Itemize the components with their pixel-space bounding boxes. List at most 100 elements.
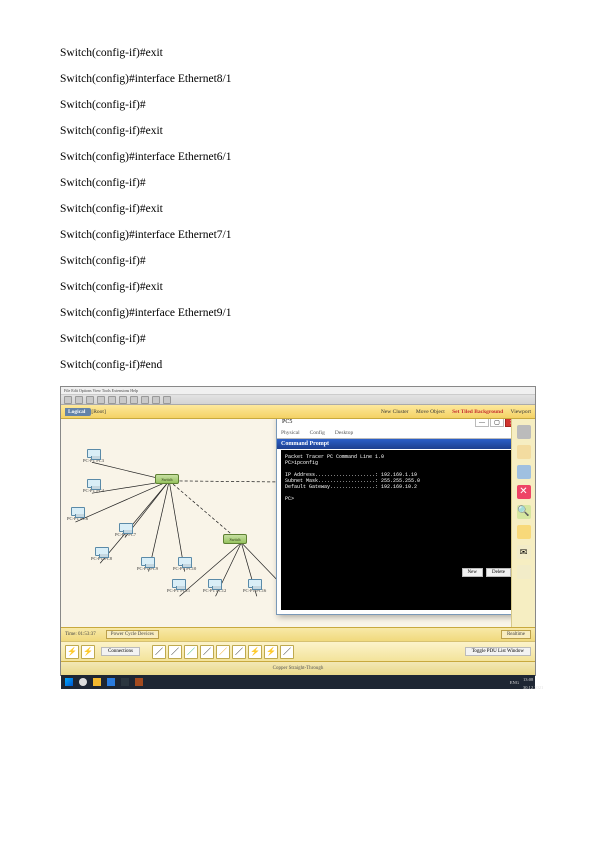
pc-config-window[interactable]: PC5 — ▢ ✕ Physical Config Desktop Comman…	[276, 419, 522, 615]
palette-inspect-icon[interactable]: 🔍	[517, 505, 531, 519]
cli-line: Switch(config-if)#exit	[60, 282, 536, 294]
menubar[interactable]: File Edit Options View Tools Extensions …	[61, 387, 535, 395]
cable-icon[interactable]: ／	[168, 645, 182, 659]
cable-icon[interactable]: ／	[184, 645, 198, 659]
delete-button[interactable]: Delete	[486, 568, 511, 577]
packet-tracer-screenshot: File Edit Options View Tools Extensions …	[60, 386, 536, 676]
toolbar-icon[interactable]	[86, 396, 94, 404]
cli-line: Switch(config-if)#exit	[60, 204, 536, 216]
pc-node[interactable]: PC-PT PC6	[67, 507, 88, 521]
pc-node[interactable]: PC-PT PC3	[83, 449, 104, 463]
realtime-tab[interactable]: Realtime	[501, 630, 531, 639]
switch-node[interactable]: Switch	[155, 474, 179, 484]
toolbar-icon[interactable]	[108, 396, 116, 404]
switch-cli-output: Switch(config-if)#exit Switch(config)#in…	[60, 48, 536, 372]
palette-pdu-icon[interactable]: ✉	[517, 545, 531, 559]
tab-desktop[interactable]: Desktop	[335, 430, 353, 436]
palette-delete-icon[interactable]: ✕	[517, 485, 531, 499]
palette-complex-pdu-icon[interactable]	[517, 565, 531, 579]
cable-icon[interactable]: ／	[200, 645, 214, 659]
cable-type-label: Copper Straight-Through	[273, 666, 324, 671]
pc-node[interactable]: PC-PT PC16	[243, 579, 266, 593]
tool-palette: ✕ 🔍 ✉	[511, 419, 535, 627]
command-prompt-header: Command Prompt X	[277, 439, 521, 449]
pc-node[interactable]: PC-PT PC9	[137, 557, 158, 571]
device-type-strip: Copper Straight-Through	[61, 661, 535, 675]
cli-line: Switch(config-if)#	[60, 256, 536, 268]
palette-move-icon[interactable]	[517, 445, 531, 459]
cli-line: Switch(config-if)#exit	[60, 126, 536, 138]
toolbar	[61, 395, 535, 405]
workspace[interactable]: PC-PT PC3 PC-PT PC4 PC-PT PC6 PC-PT PC7 …	[61, 419, 535, 627]
cli-line: Switch(config)#interface Ethernet9/1	[60, 308, 536, 320]
status-bar: Time: 01:53:37 Power Cycle Devices Realt…	[61, 627, 535, 641]
minimize-button[interactable]: —	[475, 419, 489, 427]
taskbar-app-icon[interactable]	[107, 678, 115, 686]
power-cycle-button[interactable]: Power Cycle Devices	[106, 630, 159, 639]
cable-icon[interactable]: ／	[216, 645, 230, 659]
move-object-button[interactable]: Move Object	[416, 409, 445, 415]
window-titlebar[interactable]: PC5 — ▢ ✕	[277, 419, 521, 428]
maximize-button[interactable]: ▢	[490, 419, 504, 427]
toolbar-icon[interactable]	[152, 396, 160, 404]
pdu-controls: New Delete	[462, 568, 512, 577]
palette-note-icon[interactable]	[517, 465, 531, 479]
toolbar-icon[interactable]	[119, 396, 127, 404]
toolbar-icon[interactable]	[97, 396, 105, 404]
cable-icon[interactable]: ／	[232, 645, 246, 659]
cli-line: Switch(config)#interface Ethernet8/1	[60, 74, 536, 86]
header-actions: New Cluster Move Object Set Tiled Backgr…	[106, 409, 531, 415]
pc-node[interactable]: PC-PT PC7	[115, 523, 136, 537]
windows-taskbar: ENG 13:08 30.12.2021	[61, 675, 535, 689]
taskbar-app-icon[interactable]	[93, 678, 101, 686]
switch-node[interactable]: Switch	[223, 534, 247, 544]
toolbar-icon[interactable]	[64, 396, 72, 404]
cable-icon[interactable]: ／	[152, 645, 166, 659]
toolbar-icon[interactable]	[141, 396, 149, 404]
viewport-button[interactable]: Viewport	[511, 409, 531, 415]
cli-line: Switch(config-if)#end	[60, 360, 536, 372]
toolbar-icon[interactable]	[130, 396, 138, 404]
new-button[interactable]: New	[462, 568, 483, 577]
taskbar-app-icon[interactable]	[121, 678, 129, 686]
cli-line: Switch(config-if)#exit	[60, 48, 536, 60]
connection-auto-icon[interactable]: ⚡	[81, 645, 95, 659]
command-prompt-body[interactable]: Packet Tracer PC Command Line 1.0 PC>ipc…	[281, 450, 517, 610]
pc-node[interactable]: PC-PT PC11	[167, 579, 190, 593]
toolbar-icon[interactable]	[75, 396, 83, 404]
root-path[interactable]: [Root]	[91, 409, 105, 415]
connections-label[interactable]: Connections	[101, 647, 140, 656]
pc-node[interactable]: PC-PT PC10	[173, 557, 196, 571]
sim-time: Time: 01:53:37	[65, 632, 96, 637]
palette-select-icon[interactable]	[517, 425, 531, 439]
pc-node[interactable]: PC-PT PC4	[83, 479, 104, 493]
start-icon[interactable]	[65, 678, 73, 686]
set-tiled-button[interactable]: Set Tiled Background	[452, 409, 503, 415]
cli-line: Switch(config-if)#	[60, 334, 536, 346]
config-tabs: Physical Config Desktop	[277, 428, 521, 439]
logical-bar: Logical [Root] New Cluster Move Object S…	[61, 405, 535, 419]
cable-icon[interactable]: ／	[280, 645, 294, 659]
new-cluster-button[interactable]: New Cluster	[381, 409, 409, 415]
cli-line: Switch(config-if)#	[60, 178, 536, 190]
cli-line: Switch(config)#interface Ethernet7/1	[60, 230, 536, 242]
toolbar-icon[interactable]	[163, 396, 171, 404]
pc-node[interactable]: PC-PT PC12	[203, 579, 226, 593]
logical-tab[interactable]: Logical	[65, 408, 91, 416]
device-palette-bar: ⚡ ⚡ Connections ／ ／ ／ ／ ／ ／ ⚡ ⚡ ／ Toggle…	[61, 641, 535, 661]
tab-physical[interactable]: Physical	[281, 430, 300, 436]
pc-node[interactable]: PC-PT PC8	[91, 547, 112, 561]
toggle-pdu-button[interactable]: Toggle PDU List Window	[465, 647, 531, 656]
tray-date[interactable]: 30.12.2021	[523, 686, 531, 694]
cable-icon[interactable]: ⚡	[264, 645, 278, 659]
taskbar-app-icon[interactable]	[135, 678, 143, 686]
palette-shape-icon[interactable]	[517, 525, 531, 539]
cli-line: Switch(config-if)#	[60, 100, 536, 112]
window-title: PC5	[279, 419, 292, 425]
tray-lang[interactable]: ENG	[510, 680, 519, 685]
connection-category-icon[interactable]: ⚡	[65, 645, 79, 659]
cable-icon[interactable]: ⚡	[248, 645, 262, 659]
search-icon[interactable]	[79, 678, 87, 686]
cli-line: Switch(config)#interface Ethernet6/1	[60, 152, 536, 164]
tab-config[interactable]: Config	[310, 430, 325, 436]
